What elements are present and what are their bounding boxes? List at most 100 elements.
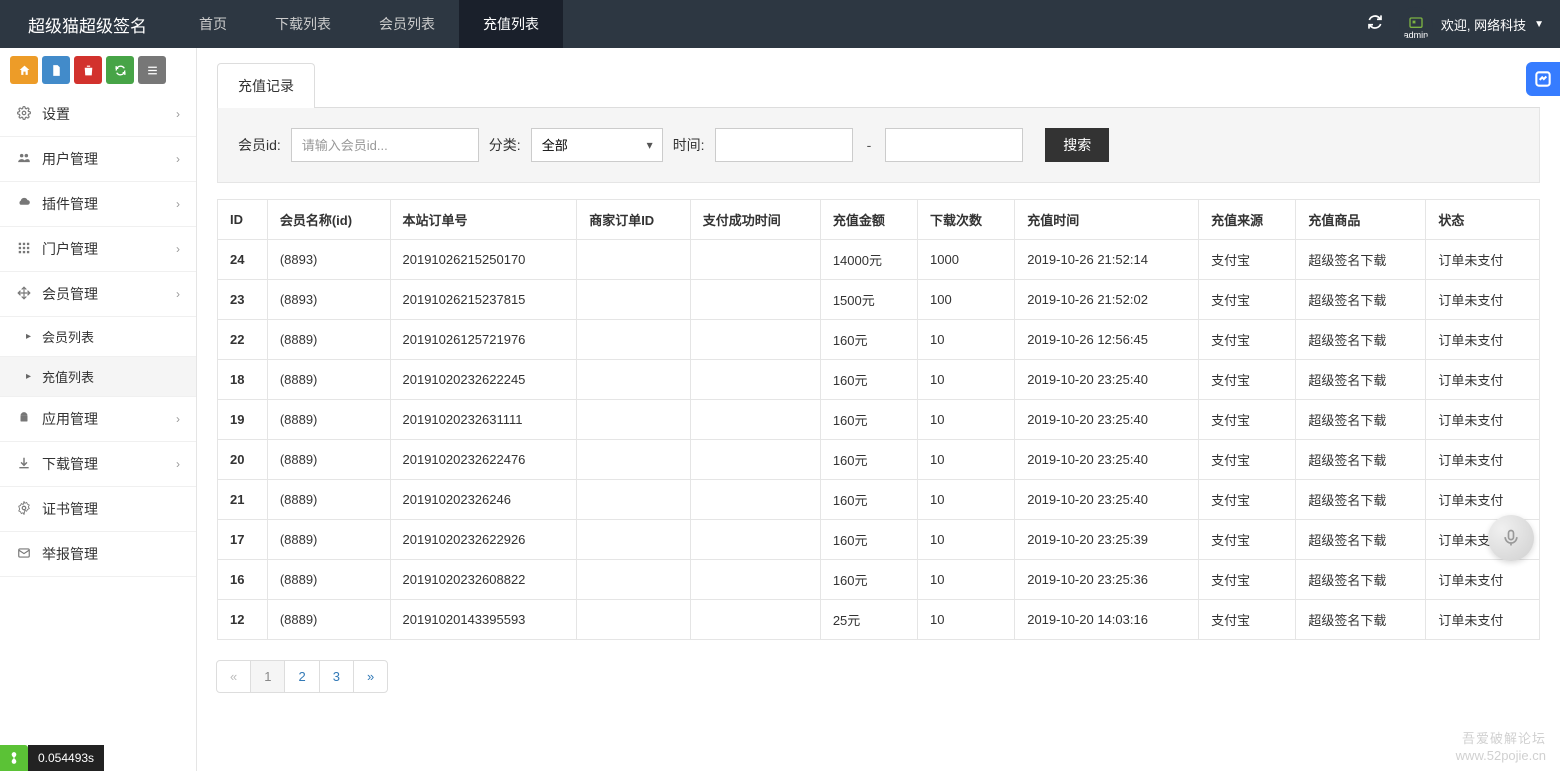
table-cell: 20191020232622245 — [390, 360, 577, 400]
sidebar-item[interactable]: 下载管理› — [0, 442, 196, 487]
table-cell: 25元 — [820, 600, 917, 640]
sidebar-item[interactable]: 插件管理› — [0, 182, 196, 227]
sidebar-item-label: 举报管理 — [42, 544, 182, 564]
member-id-input[interactable] — [291, 128, 479, 162]
category-select[interactable]: 全部 — [531, 128, 663, 162]
users-icon — [14, 151, 34, 168]
sidebar-item[interactable]: 举报管理 — [0, 532, 196, 577]
member-id-label: 会员id: — [238, 135, 281, 155]
table-cell: 支付宝 — [1199, 440, 1296, 480]
page-number[interactable]: 2 — [284, 660, 319, 693]
nav-tab[interactable]: 充值列表 — [459, 0, 563, 48]
table-cell: 2019-10-20 23:25:40 — [1015, 480, 1199, 520]
table-cell: (8889) — [267, 360, 390, 400]
sidebar-item[interactable]: 会员管理› — [0, 272, 196, 317]
table-cell: 订单未支付 — [1426, 240, 1540, 280]
page-prev[interactable]: « — [216, 660, 251, 693]
table-row: 18(8889)20191020232622245160元102019-10-2… — [218, 360, 1540, 400]
table-row: 19(8889)20191020232631111160元102019-10-2… — [218, 400, 1540, 440]
table-cell: 10 — [918, 400, 1015, 440]
sidebar: 设置›用户管理›插件管理›门户管理›会员管理›▸会员列表▸充值列表应用管理›下载… — [0, 48, 197, 771]
avatar-label: admin — [1404, 30, 1429, 40]
chevron-right-icon: › — [176, 197, 180, 211]
table-cell: 超级签名下载 — [1296, 440, 1426, 480]
table-header: 充值商品 — [1296, 200, 1426, 240]
table-cell: 20191020143395593 — [390, 600, 577, 640]
grid-icon — [14, 241, 34, 258]
table-cell: 160元 — [820, 360, 917, 400]
table-cell: 160元 — [820, 520, 917, 560]
table-cell — [577, 600, 691, 640]
table-cell — [690, 520, 820, 560]
file-button[interactable] — [42, 56, 70, 84]
table-cell — [577, 520, 691, 560]
nav-tab[interactable]: 首页 — [175, 0, 251, 48]
sidebar-item[interactable]: 门户管理› — [0, 227, 196, 272]
time-to-input[interactable] — [885, 128, 1023, 162]
table-cell: 10 — [918, 360, 1015, 400]
home-button[interactable] — [10, 56, 38, 84]
sidebar-actions — [0, 48, 196, 92]
search-button[interactable]: 搜索 — [1045, 128, 1109, 162]
voice-button[interactable] — [1488, 515, 1534, 561]
table-cell: 160元 — [820, 480, 917, 520]
recycle-button[interactable] — [106, 56, 134, 84]
table-cell — [690, 560, 820, 600]
table-cell — [577, 360, 691, 400]
table-cell: (8889) — [267, 480, 390, 520]
filter-bar: 会员id: 分类: 全部 时间: - 搜索 — [217, 108, 1540, 183]
page-number[interactable]: 3 — [319, 660, 354, 693]
refresh-icon[interactable] — [1367, 14, 1383, 35]
table-header: 本站订单号 — [390, 200, 577, 240]
table-cell: 20 — [218, 440, 268, 480]
table-cell: 订单未支付 — [1426, 360, 1540, 400]
nav-tab[interactable]: 下载列表 — [251, 0, 355, 48]
page-next[interactable]: » — [353, 660, 388, 693]
bullet-icon: ▸ — [26, 371, 34, 382]
table-cell: (8889) — [267, 600, 390, 640]
move-icon — [14, 286, 34, 303]
avatar: admin — [1399, 7, 1433, 41]
page-number[interactable]: 1 — [250, 660, 285, 693]
table-cell: 2019-10-20 23:25:40 — [1015, 360, 1199, 400]
table-cell: 160元 — [820, 560, 917, 600]
sidebar-subitem[interactable]: ▸充值列表 — [0, 357, 196, 397]
time-from-input[interactable] — [715, 128, 853, 162]
table-row: 23(8893)201910262152378151500元1002019-10… — [218, 280, 1540, 320]
sidebar-item-label: 门户管理 — [42, 239, 176, 259]
table-cell: 超级签名下载 — [1296, 240, 1426, 280]
sidebar-item[interactable]: 证书管理 — [0, 487, 196, 532]
download-icon — [14, 456, 34, 473]
float-widget-button[interactable] — [1526, 62, 1560, 96]
sidebar-item-label: 插件管理 — [42, 194, 176, 214]
nav-tab[interactable]: 会员列表 — [355, 0, 459, 48]
table-cell: 订单未支付 — [1426, 400, 1540, 440]
sidebar-item[interactable]: 用户管理› — [0, 137, 196, 182]
table-cell: (8889) — [267, 560, 390, 600]
table-row: 12(8889)2019102014339559325元102019-10-20… — [218, 600, 1540, 640]
table-cell — [690, 280, 820, 320]
content-tabs: 充值记录 — [217, 62, 1540, 108]
perf-tag[interactable]: 0.054493s — [0, 745, 104, 771]
sidebar-subitem[interactable]: ▸会员列表 — [0, 317, 196, 357]
sidebar-item-label: 会员管理 — [42, 284, 176, 304]
sidebar-item-label: 用户管理 — [42, 149, 176, 169]
user-menu[interactable]: admin 欢迎, 网络科技 ▼ — [1399, 7, 1544, 41]
table-cell: 订单未支付 — [1426, 560, 1540, 600]
table-cell: 1000 — [918, 240, 1015, 280]
sidebar-item[interactable]: 应用管理› — [0, 397, 196, 442]
table-cell: (8889) — [267, 320, 390, 360]
trash-button[interactable] — [74, 56, 102, 84]
table-cell: 10 — [918, 520, 1015, 560]
table-row: 16(8889)20191020232608822160元102019-10-2… — [218, 560, 1540, 600]
tab-recharge-records[interactable]: 充值记录 — [217, 63, 315, 108]
list-button[interactable] — [138, 56, 166, 84]
sidebar-item-label: 应用管理 — [42, 409, 176, 429]
table-cell: 16 — [218, 560, 268, 600]
table-cell — [690, 240, 820, 280]
bullet-icon: ▸ — [26, 331, 34, 342]
table-cell: (8893) — [267, 280, 390, 320]
sidebar-item[interactable]: 设置› — [0, 92, 196, 137]
chevron-right-icon: › — [176, 412, 180, 426]
table-header: 充值时间 — [1015, 200, 1199, 240]
